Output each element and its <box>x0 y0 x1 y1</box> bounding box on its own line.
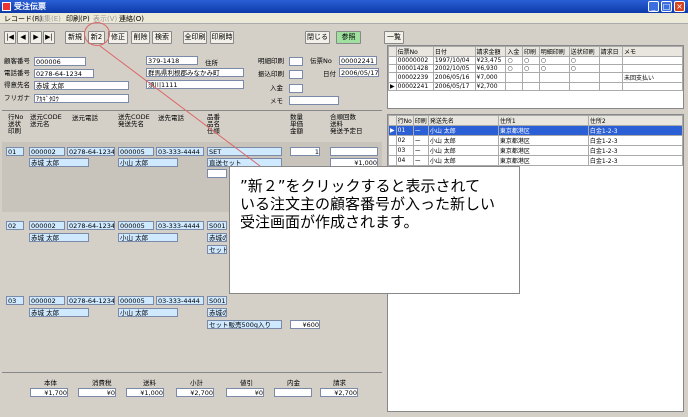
callout-line: ”新２”をクリックすると表示されて <box>240 177 481 195</box>
callout-line: 受注画面が作成されます。 <box>240 213 419 231</box>
callout-line: いる注文主の顧客番号が入った新しい <box>240 195 496 213</box>
callout-box: ”新２”をクリックすると表示されて いる注文主の顧客番号が入った新しい 受注画面… <box>229 166 520 294</box>
